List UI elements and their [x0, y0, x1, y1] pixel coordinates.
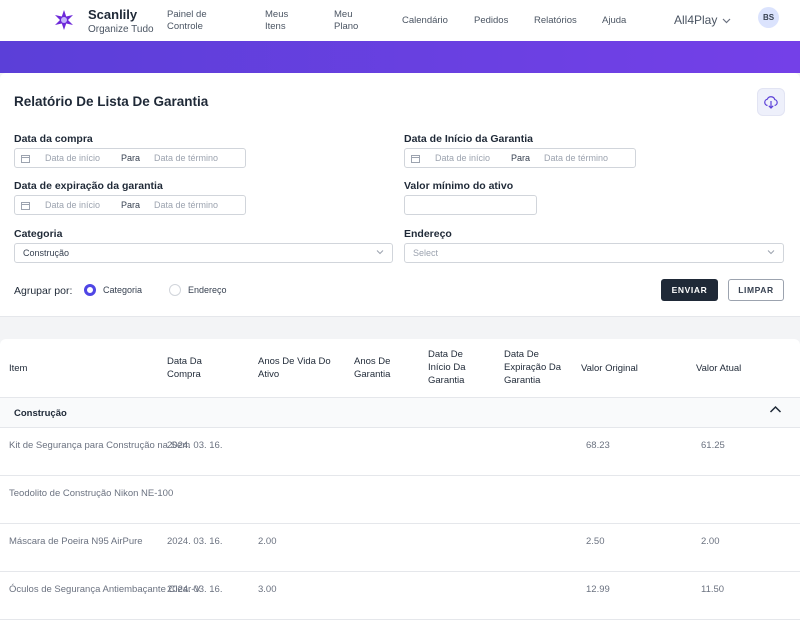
- nav-my-plan[interactable]: Meu Plano: [334, 9, 358, 33]
- group-by-category-label[interactable]: Categoria: [103, 285, 142, 295]
- calendar-icon: [21, 202, 30, 210]
- column-header-purchase-date: Data Da Compra: [167, 356, 202, 380]
- warranty-start-range: Data de início Para Data de término: [404, 148, 636, 168]
- group-row-construction[interactable]: Construção: [0, 397, 800, 428]
- category-select-value: Construção: [23, 248, 70, 258]
- address-select[interactable]: Select: [404, 243, 784, 263]
- cell-original-value: 2.50: [586, 536, 605, 547]
- calendar-icon: [411, 155, 420, 163]
- nav-reports[interactable]: Relatórios: [534, 15, 577, 27]
- category-label: Categoria: [14, 228, 63, 240]
- warranty-expiry-range: Data de início Para Data de término: [14, 195, 246, 215]
- purchase-date-start-input[interactable]: Data de início: [45, 153, 100, 163]
- purchase-date-end-input[interactable]: Data de término: [154, 153, 218, 163]
- group-name: Construção: [14, 408, 67, 419]
- column-header-warranty-expiry: Data De Expiração Da Garantia: [504, 349, 562, 386]
- column-header-original-value: Valor Original: [581, 363, 638, 374]
- cell-current-value: 2.00: [701, 536, 720, 547]
- group-by-address-label[interactable]: Endereço: [188, 285, 227, 295]
- nav-dashboard[interactable]: Painel de Controle: [167, 9, 207, 33]
- cell-original-value: 12.99: [586, 584, 610, 595]
- download-button[interactable]: [757, 88, 785, 116]
- table-row[interactable]: Óculos de Segurança Antiembaçante Clear-…: [0, 572, 800, 620]
- filter-card: Relatório De Lista De Garantia Data da c…: [0, 73, 800, 317]
- cell-purchase-date: 2024. 03. 16.: [167, 584, 223, 595]
- calendar-icon: [21, 155, 30, 163]
- address-label: Endereço: [404, 228, 452, 240]
- nav-help[interactable]: Ajuda: [602, 15, 626, 27]
- nav-orders[interactable]: Pedidos: [474, 15, 508, 27]
- cell-original-value: 68.23: [586, 440, 610, 451]
- nav-calendar[interactable]: Calendário: [402, 15, 448, 27]
- warranty-expiry-end-input[interactable]: Data de término: [154, 200, 218, 210]
- column-header-current-value: Valor Atual: [696, 363, 742, 374]
- chevron-down-icon: [376, 250, 384, 255]
- column-header-warranty-years: Anos De Garantia: [354, 356, 391, 380]
- table-row[interactable]: Kit de Segurança para Construção na Sem …: [0, 428, 800, 476]
- min-value-input[interactable]: [404, 195, 537, 215]
- report-table: Item Data Da Compra Anos De Vida Do Ativ…: [0, 339, 800, 620]
- warranty-start-label: Data de Início da Garantia: [404, 133, 533, 145]
- chevron-up-icon[interactable]: [769, 405, 782, 414]
- column-header-warranty-start: Data De Início Da Garantia: [428, 349, 466, 386]
- brand-name: Scanlily: [88, 7, 138, 22]
- cell-asset-life: 2.00: [258, 536, 277, 547]
- cell-item: Kit de Segurança para Construção na Sem: [9, 440, 191, 451]
- column-header-item: Item: [9, 363, 28, 374]
- cell-item: Máscara de Poeira N95 AirPure: [9, 536, 143, 547]
- address-select-placeholder: Select: [413, 248, 439, 258]
- cell-current-value: 11.50: [701, 584, 725, 595]
- purchase-date-range: Data de início Para Data de término: [14, 148, 246, 168]
- clear-button[interactable]: LIMPAR: [728, 279, 784, 301]
- purchase-date-label: Data da compra: [14, 133, 93, 145]
- cell-purchase-date: 2024. 03. 16.: [167, 440, 223, 451]
- warranty-expiry-label: Data de expiração da garantia: [14, 180, 163, 192]
- company-name: All4Play: [674, 13, 718, 27]
- nav-my-items[interactable]: Meus Itens: [265, 9, 288, 33]
- header-banner: [0, 41, 800, 73]
- cell-asset-life: 3.00: [258, 584, 277, 595]
- category-select[interactable]: Construção: [14, 243, 393, 263]
- purchase-date-separator: Para: [121, 153, 141, 163]
- send-button[interactable]: ENVIAR: [661, 279, 718, 301]
- group-by-address-radio[interactable]: [169, 284, 181, 296]
- logo-icon[interactable]: [53, 9, 75, 31]
- column-header-asset-life: Anos De Vida Do Ativo: [258, 356, 331, 380]
- group-by-category-radio[interactable]: [84, 284, 96, 296]
- warranty-expiry-separator: Para: [121, 200, 141, 210]
- company-switcher[interactable]: All4Play: [674, 13, 731, 27]
- warranty-start-start-input[interactable]: Data de início: [435, 153, 490, 163]
- table-row[interactable]: Teodolito de Construção Nikon NE-100: [0, 476, 800, 524]
- brand-tagline: Organize Tudo: [88, 24, 154, 35]
- avatar[interactable]: BS: [758, 7, 779, 28]
- download-cloud-icon: [764, 96, 778, 109]
- cell-item: Teodolito de Construção Nikon NE-100: [9, 488, 174, 499]
- cell-current-value: 61.25: [701, 440, 725, 451]
- warranty-start-end-input[interactable]: Data de término: [544, 153, 608, 163]
- group-by-label: Agrupar por:: [14, 285, 73, 297]
- chevron-down-icon: [722, 18, 731, 24]
- table-row[interactable]: Máscara de Poeira N95 AirPure 2024. 03. …: [0, 524, 800, 572]
- warranty-start-separator: Para: [511, 153, 531, 163]
- warranty-expiry-start-input[interactable]: Data de início: [45, 200, 100, 210]
- page-title: Relatório De Lista De Garantia: [14, 94, 209, 109]
- min-value-label: Valor mínimo do ativo: [404, 180, 514, 192]
- top-navigation: Scanlily Organize Tudo Painel de Control…: [0, 0, 800, 41]
- chevron-down-icon: [767, 250, 775, 255]
- cell-purchase-date: 2024. 03. 16.: [167, 536, 223, 547]
